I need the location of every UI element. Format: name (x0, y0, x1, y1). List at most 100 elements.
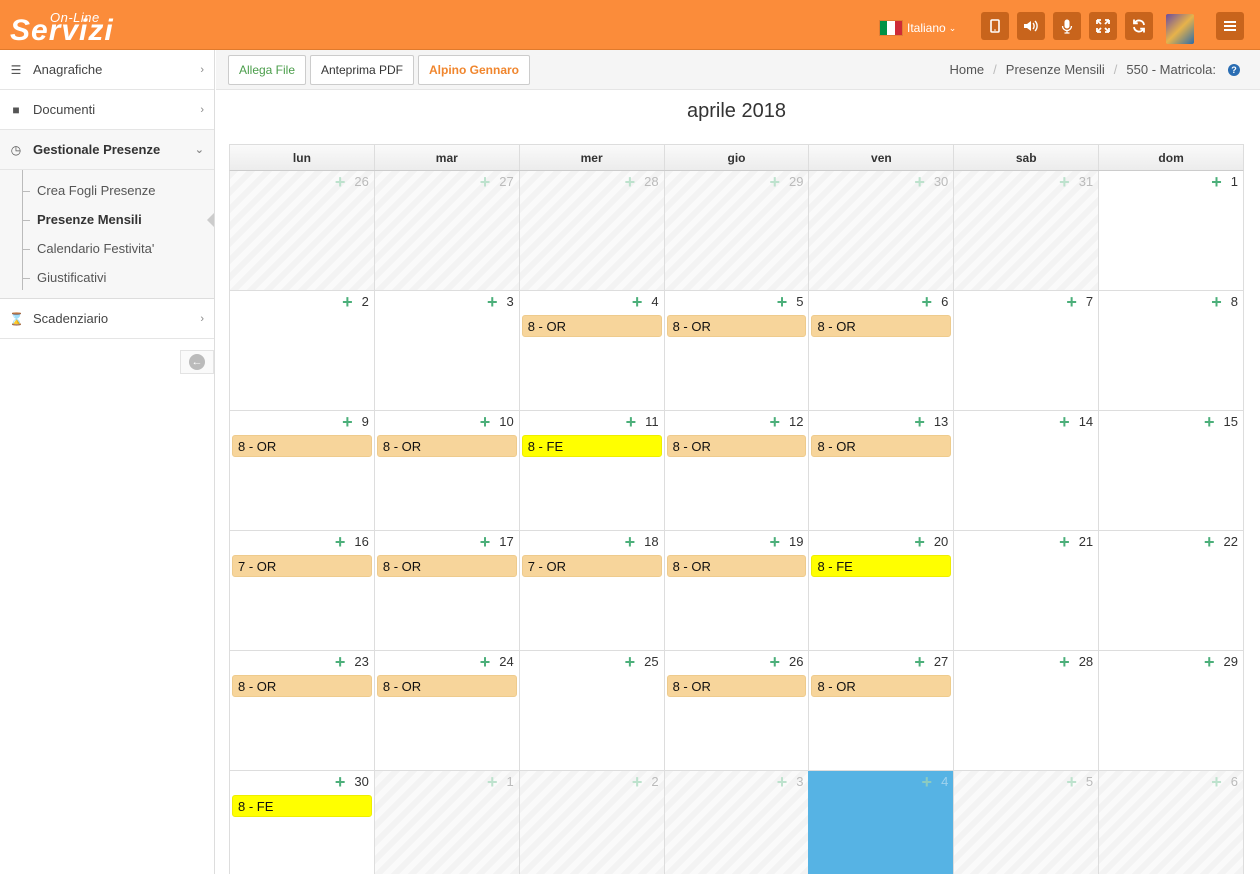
calendar-day[interactable]: +31 (953, 171, 1099, 291)
add-entry-icon[interactable]: + (769, 653, 780, 671)
add-entry-icon[interactable]: + (922, 773, 933, 791)
calendar-day[interactable]: +2 (229, 291, 374, 411)
calendar-day[interactable]: +1 (373, 771, 519, 874)
add-entry-icon[interactable]: + (625, 653, 636, 671)
calendar-day[interactable]: +15 (1098, 411, 1245, 531)
calendar-day[interactable]: +16 7 - OR (229, 531, 374, 651)
add-entry-icon[interactable]: + (1066, 293, 1077, 311)
calendar-day[interactable]: +8 (1098, 291, 1245, 411)
help-icon[interactable]: ? (1228, 64, 1240, 76)
add-entry-icon[interactable]: + (335, 533, 346, 551)
calendar-day[interactable]: +3 (663, 771, 809, 874)
add-entry-icon[interactable]: + (487, 293, 498, 311)
refresh-button[interactable] (1125, 12, 1153, 40)
add-entry-icon[interactable]: + (625, 533, 636, 551)
calendar-day[interactable]: +17 8 - OR (373, 531, 519, 651)
sidebar-subitem-crea-fogli[interactable]: Crea Fogli Presenze (0, 176, 214, 205)
calendar-day[interactable]: +29 (663, 171, 809, 291)
add-entry-icon[interactable]: + (487, 773, 498, 791)
fullscreen-button[interactable] (1089, 12, 1117, 40)
calendar-day[interactable]: +24 8 - OR (373, 651, 519, 771)
add-entry-icon[interactable]: + (777, 293, 788, 311)
add-entry-icon[interactable]: + (914, 173, 925, 191)
attendance-event[interactable]: 7 - OR (232, 555, 372, 577)
attendance-event[interactable]: 8 - OR (376, 555, 517, 577)
add-entry-icon[interactable]: + (1059, 653, 1070, 671)
attendance-event[interactable]: 8 - OR (232, 435, 372, 457)
menu-button[interactable] (1216, 12, 1244, 40)
sidebar-subitem-presenze-mensili[interactable]: Presenze Mensili (0, 205, 214, 234)
calendar-day[interactable]: +21 (953, 531, 1099, 651)
attendance-event[interactable]: 8 - FE (521, 435, 662, 457)
attendance-event[interactable]: 8 - OR (666, 675, 807, 697)
add-entry-icon[interactable]: + (914, 413, 925, 431)
add-entry-icon[interactable]: + (480, 173, 491, 191)
add-entry-icon[interactable]: + (632, 293, 643, 311)
app-logo[interactable]: On-Line Servizi (10, 6, 140, 46)
add-entry-icon[interactable]: + (1204, 653, 1215, 671)
add-entry-icon[interactable]: + (1059, 413, 1070, 431)
calendar-day[interactable]: +7 (953, 291, 1099, 411)
add-entry-icon[interactable]: + (480, 533, 491, 551)
calendar-day[interactable]: +22 (1098, 531, 1245, 651)
add-entry-icon[interactable]: + (1059, 173, 1070, 191)
attendance-event[interactable]: 8 - OR (232, 675, 372, 697)
calendar-day[interactable]: +26 (229, 171, 374, 291)
sidebar-collapse-button[interactable]: ← (180, 350, 214, 374)
calendar-day[interactable]: +11 8 - FE (518, 411, 664, 531)
calendar-day[interactable]: +6 (1098, 771, 1245, 874)
add-entry-icon[interactable]: + (1066, 773, 1077, 791)
add-entry-icon[interactable]: + (769, 173, 780, 191)
add-entry-icon[interactable]: + (625, 173, 636, 191)
calendar-day[interactable]: +30 8 - FE (229, 771, 374, 874)
calendar-day[interactable]: +5 8 - OR (663, 291, 809, 411)
microphone-button[interactable] (1053, 12, 1081, 40)
add-entry-icon[interactable]: + (342, 293, 353, 311)
sidebar-item-documenti[interactable]: ■ Documenti › (0, 90, 214, 130)
add-entry-icon[interactable]: + (914, 653, 925, 671)
sidebar-item-anagrafiche[interactable]: ☰ Anagrafiche › (0, 50, 214, 90)
breadcrumb-home[interactable]: Home (949, 62, 984, 77)
tablet-button[interactable] (981, 12, 1009, 40)
calendar-day[interactable]: +1 (1098, 171, 1245, 291)
volume-button[interactable] (1017, 12, 1045, 40)
add-entry-icon[interactable]: + (922, 293, 933, 311)
add-entry-icon[interactable]: + (342, 413, 353, 431)
add-entry-icon[interactable]: + (769, 413, 780, 431)
add-entry-icon[interactable]: + (1204, 533, 1215, 551)
calendar-day[interactable]: +3 (373, 291, 519, 411)
attendance-event[interactable]: 8 - OR (376, 435, 517, 457)
calendar-day[interactable]: +29 (1098, 651, 1245, 771)
calendar-day[interactable]: +4 8 - OR (518, 291, 664, 411)
calendar-day[interactable]: +13 8 - OR (808, 411, 954, 531)
calendar-day[interactable]: +19 8 - OR (663, 531, 809, 651)
calendar-day[interactable]: +27 (373, 171, 519, 291)
calendar-day[interactable]: +28 (953, 651, 1099, 771)
attendance-event[interactable]: 8 - OR (811, 435, 952, 457)
calendar-day[interactable]: +14 (953, 411, 1099, 531)
calendar-day[interactable]: +6 8 - OR (808, 291, 954, 411)
attendance-event[interactable]: 7 - OR (521, 555, 662, 577)
attendance-event[interactable]: 8 - OR (666, 315, 807, 337)
employee-button[interactable]: Alpino Gennaro (418, 55, 530, 85)
attendance-event[interactable]: 8 - FE (811, 555, 952, 577)
calendar-day[interactable]: +20 8 - FE (808, 531, 954, 651)
calendar-day[interactable]: +26 8 - OR (663, 651, 809, 771)
sidebar-item-gestionale-presenze[interactable]: ◷ Gestionale Presenze ⌄ (0, 130, 214, 170)
sidebar-item-scadenziario[interactable]: ⌛ Scadenziario › (0, 299, 214, 339)
add-entry-icon[interactable]: + (777, 773, 788, 791)
add-entry-icon[interactable]: + (626, 413, 637, 431)
add-entry-icon[interactable]: + (914, 533, 925, 551)
attendance-event[interactable]: 8 - OR (376, 675, 517, 697)
add-entry-icon[interactable]: + (335, 173, 346, 191)
calendar-day[interactable]: +28 (518, 171, 664, 291)
calendar-day[interactable]: +27 8 - OR (808, 651, 954, 771)
language-selector[interactable]: Italiano ⌄ (879, 19, 956, 37)
add-entry-icon[interactable]: + (480, 653, 491, 671)
calendar-day[interactable]: +2 (518, 771, 664, 874)
calendar-day[interactable]: +5 (953, 771, 1099, 874)
breadcrumb-presenze-mensili[interactable]: Presenze Mensili (1006, 62, 1105, 77)
attendance-event[interactable]: 8 - FE (232, 795, 372, 817)
calendar-day[interactable]: +9 8 - OR (229, 411, 374, 531)
sidebar-subitem-calendario-festivita[interactable]: Calendario Festivita' (0, 234, 214, 263)
